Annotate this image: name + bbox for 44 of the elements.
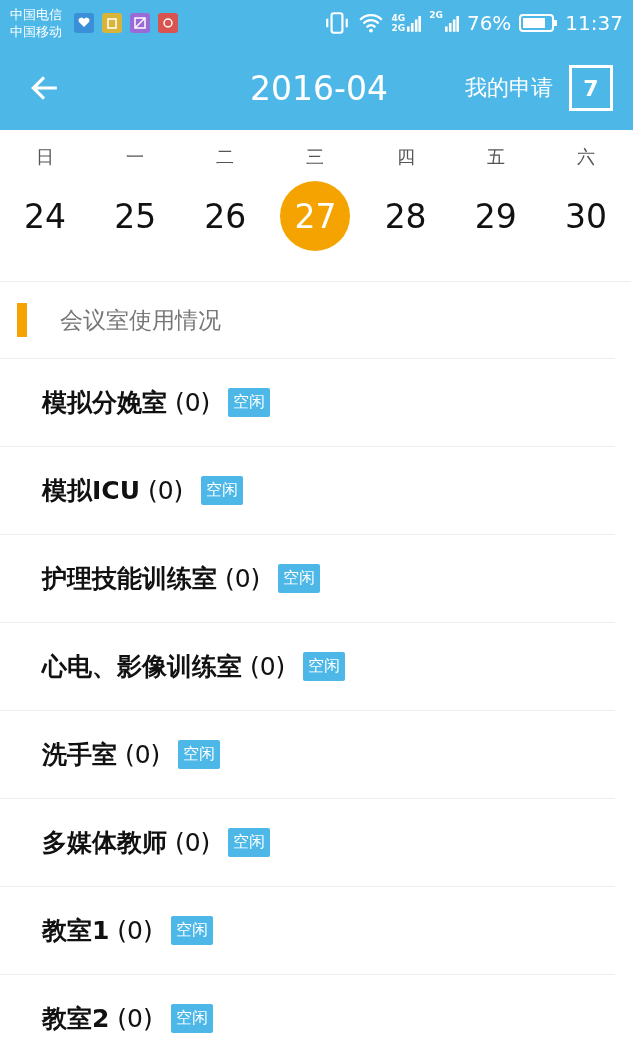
- status-badge: 空闲: [228, 828, 271, 857]
- network-type: 2G: [391, 23, 406, 33]
- room-name[interactable]: 护理技能训练室 (0): [42, 562, 261, 595]
- status-badge: 空闲: [170, 1004, 213, 1033]
- battery-icon: [519, 14, 558, 32]
- weekday-label: 五: [486, 145, 505, 169]
- date-cell[interactable]: 26: [190, 181, 261, 251]
- status-badge: 空闲: [170, 916, 213, 945]
- date-cell[interactable]: 28: [370, 181, 441, 251]
- date-cell[interactable]: 30: [550, 181, 621, 251]
- status-badge: 空闲: [303, 652, 346, 681]
- image-app-icon: [130, 13, 150, 33]
- signal-icon: [407, 14, 422, 32]
- section-marker: [17, 303, 27, 337]
- network-type: 2G: [429, 10, 443, 20]
- status-badge: 空闲: [228, 388, 271, 417]
- date-cell[interactable]: 25: [100, 181, 171, 251]
- weekday-label: 日: [36, 145, 55, 169]
- date-cell[interactable]: 24: [10, 181, 81, 251]
- carrier-name: 中国移动: [10, 23, 62, 40]
- weekday-label: 二: [216, 145, 235, 169]
- weekday-label: 六: [576, 145, 595, 169]
- weekday-label: 一: [126, 145, 145, 169]
- date-cell[interactable]: 29: [460, 181, 531, 251]
- section-title: 会议室使用情况: [60, 305, 221, 335]
- room-name[interactable]: 心电、影像训练室 (0): [42, 650, 286, 683]
- clock: 11:37: [565, 11, 623, 35]
- room-name[interactable]: 教室2 (0): [42, 1002, 153, 1035]
- room-name[interactable]: 教室1 (0): [42, 914, 153, 947]
- room-name[interactable]: 多媒体教师 (0): [42, 826, 211, 859]
- weekday-label: 三: [306, 145, 325, 169]
- status-badge: 空闲: [278, 564, 321, 593]
- vibrate-icon: [323, 10, 350, 36]
- room-name[interactable]: 洗手室 (0): [42, 738, 161, 771]
- signal-icon: [444, 14, 459, 32]
- carrier-name: 中国电信: [10, 6, 62, 23]
- room-name[interactable]: 模拟ICU (0): [42, 474, 184, 507]
- room-name[interactable]: 模拟分娩室 (0): [42, 386, 211, 419]
- status-badge: 空闲: [201, 476, 244, 505]
- network-type: 4G: [391, 13, 406, 23]
- weekday-label: 四: [396, 145, 415, 169]
- battery-percent: 76%: [466, 11, 512, 35]
- heart-app-icon: [74, 13, 94, 33]
- status-badge: 空闲: [178, 740, 221, 769]
